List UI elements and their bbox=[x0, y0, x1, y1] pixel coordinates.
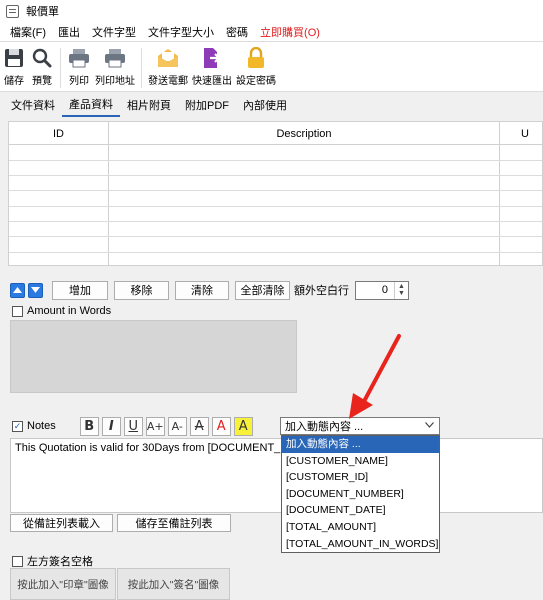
increase-font-button[interactable]: A+ bbox=[145, 416, 165, 436]
amount-in-words-option[interactable]: Amount in Words bbox=[12, 305, 111, 317]
chevron-down-icon[interactable] bbox=[425, 420, 434, 431]
send-email-button[interactable]: 發送電郵 bbox=[148, 46, 188, 87]
arrow-up-icon bbox=[13, 287, 22, 293]
underline-button[interactable]: U bbox=[123, 416, 143, 436]
table-row[interactable] bbox=[9, 221, 542, 222]
dropdown-option[interactable]: [DOCUMENT_NUMBER] bbox=[282, 486, 439, 503]
magnifier-icon bbox=[30, 46, 54, 70]
amount-in-words-box bbox=[10, 320, 297, 393]
toolbar-separator bbox=[60, 48, 61, 88]
tab-product-info[interactable]: 產品資料 bbox=[62, 93, 120, 117]
highlight-button[interactable]: A bbox=[233, 416, 253, 436]
dropdown-option[interactable]: [CUSTOMER_ID] bbox=[282, 469, 439, 486]
printer-icon bbox=[67, 46, 91, 70]
clear-all-button[interactable]: 全部清除 bbox=[235, 280, 290, 300]
window-title: 報價單 bbox=[26, 6, 59, 18]
strikethrough-button[interactable]: A bbox=[189, 416, 209, 436]
menu-export[interactable]: 匯出 bbox=[52, 24, 86, 40]
left-signature-label: 左方簽名空格 bbox=[27, 556, 93, 568]
dropdown-option[interactable]: [DOCUMENT_DATE] bbox=[282, 502, 439, 519]
notes-toolbar: ✓ Notes B I U A+ A- A A A bbox=[12, 416, 256, 436]
amount-in-words-checkbox[interactable] bbox=[12, 305, 23, 317]
table-row[interactable] bbox=[9, 206, 542, 207]
menu-document-font-size[interactable]: 文件字型大小 bbox=[142, 24, 220, 40]
tab-document-info[interactable]: 文件資料 bbox=[4, 93, 62, 117]
italic-button[interactable]: I bbox=[101, 416, 121, 436]
font-color-button[interactable]: A bbox=[211, 416, 231, 436]
table-row[interactable] bbox=[9, 236, 542, 237]
notes-label: Notes bbox=[27, 420, 56, 432]
product-grid[interactable]: ID Description U bbox=[8, 121, 543, 266]
column-header-unit[interactable]: U bbox=[521, 122, 542, 145]
padlock-icon bbox=[244, 46, 268, 70]
column-header-id[interactable]: ID bbox=[9, 122, 108, 145]
arrow-down-icon bbox=[31, 287, 40, 293]
dropdown-option[interactable]: [CUSTOMER_NAME] bbox=[282, 453, 439, 470]
notes-textarea[interactable]: This Quotation is valid for 30Days from … bbox=[10, 438, 543, 513]
tab-attach-pdf[interactable]: 附加PDF bbox=[178, 93, 236, 117]
amount-in-words-label: Amount in Words bbox=[27, 305, 112, 317]
dropdown-option[interactable]: [TOTAL_AMOUNT] bbox=[282, 519, 439, 536]
save-button[interactable]: 儲存 bbox=[2, 46, 26, 87]
left-signature-option[interactable]: 左方簽名空格 bbox=[12, 553, 93, 569]
envelope-icon bbox=[156, 46, 180, 70]
toolbar: 儲存 預覽 列印 列印地址 發送電郵 快速匯出 設定密碼 bbox=[0, 42, 543, 92]
add-button[interactable]: 增加 bbox=[52, 280, 108, 300]
title-bar: 報價單 bbox=[0, 0, 543, 22]
clear-button[interactable]: 清除 bbox=[175, 280, 229, 300]
menu-bar: 檔案(F) 匯出 文件字型 文件字型大小 密碼 立即購買(O) bbox=[0, 22, 543, 42]
table-row[interactable] bbox=[9, 252, 542, 253]
add-stamp-image-button[interactable]: 按此加入"印章"圖像 bbox=[10, 568, 116, 600]
table-row[interactable] bbox=[9, 175, 542, 176]
dropdown-option[interactable]: 加入動態內容 ... bbox=[282, 436, 439, 453]
export-icon bbox=[200, 46, 224, 70]
extra-lines-label: 額外空白行 bbox=[294, 285, 349, 297]
left-signature-checkbox[interactable] bbox=[12, 555, 23, 567]
decrease-font-button[interactable]: A- bbox=[167, 416, 187, 436]
dropdown-option[interactable]: [TOTAL_AMOUNT_IN_WORDS] bbox=[282, 536, 439, 553]
spinner-arrows-icon[interactable]: ▲ ▼ bbox=[394, 281, 408, 299]
extra-lines-value: 0 bbox=[381, 284, 388, 296]
move-up-button[interactable] bbox=[10, 282, 25, 298]
tab-internal-use[interactable]: 內部使用 bbox=[236, 93, 294, 117]
menu-file[interactable]: 檔案(F) bbox=[4, 24, 52, 40]
tab-photo-attachment[interactable]: 相片附頁 bbox=[120, 93, 178, 117]
menu-buy-now[interactable]: 立即購買(O) bbox=[254, 24, 326, 40]
menu-password[interactable]: 密碼 bbox=[220, 24, 254, 40]
quick-export-button[interactable]: 快速匯出 bbox=[192, 46, 232, 87]
document-icon bbox=[6, 4, 19, 18]
set-password-button[interactable]: 設定密碼 bbox=[236, 46, 276, 87]
dynamic-content-dropdown: 加入動態內容 ... [CUSTOMER_NAME] [CUSTOMER_ID]… bbox=[281, 435, 440, 553]
save-to-notes-button[interactable]: 儲存至備註列表 bbox=[117, 514, 231, 532]
grid-column-divider bbox=[499, 122, 500, 265]
menu-document-font[interactable]: 文件字型 bbox=[86, 24, 142, 40]
bold-button[interactable]: B bbox=[79, 416, 99, 436]
print-button[interactable]: 列印 bbox=[67, 46, 91, 87]
preview-button[interactable]: 預覽 bbox=[30, 46, 54, 87]
tab-bar: 文件資料 產品資料 相片附頁 附加PDF 內部使用 bbox=[0, 93, 543, 117]
load-from-notes-button[interactable]: 從備註列表載入 bbox=[10, 514, 113, 532]
red-arrow-annotation bbox=[349, 334, 401, 419]
add-signature-image-button[interactable]: 按此加入"簽名"圖像 bbox=[117, 568, 230, 600]
row-actions: 增加 移除 清除 全部清除 額外空白行 0 ▲ ▼ bbox=[10, 280, 409, 300]
table-row[interactable] bbox=[9, 160, 542, 161]
column-header-description[interactable]: Description bbox=[109, 122, 499, 145]
print-address-button[interactable]: 列印地址 bbox=[95, 46, 135, 87]
printer-icon bbox=[103, 46, 127, 70]
extra-lines-stepper[interactable]: 0 ▲ ▼ bbox=[355, 280, 409, 300]
move-down-button[interactable] bbox=[28, 282, 43, 298]
remove-button[interactable]: 移除 bbox=[114, 280, 169, 300]
toolbar-separator bbox=[141, 48, 142, 88]
floppy-icon bbox=[2, 46, 26, 70]
notes-checkbox[interactable]: ✓ bbox=[12, 420, 23, 432]
table-row[interactable] bbox=[9, 190, 542, 191]
